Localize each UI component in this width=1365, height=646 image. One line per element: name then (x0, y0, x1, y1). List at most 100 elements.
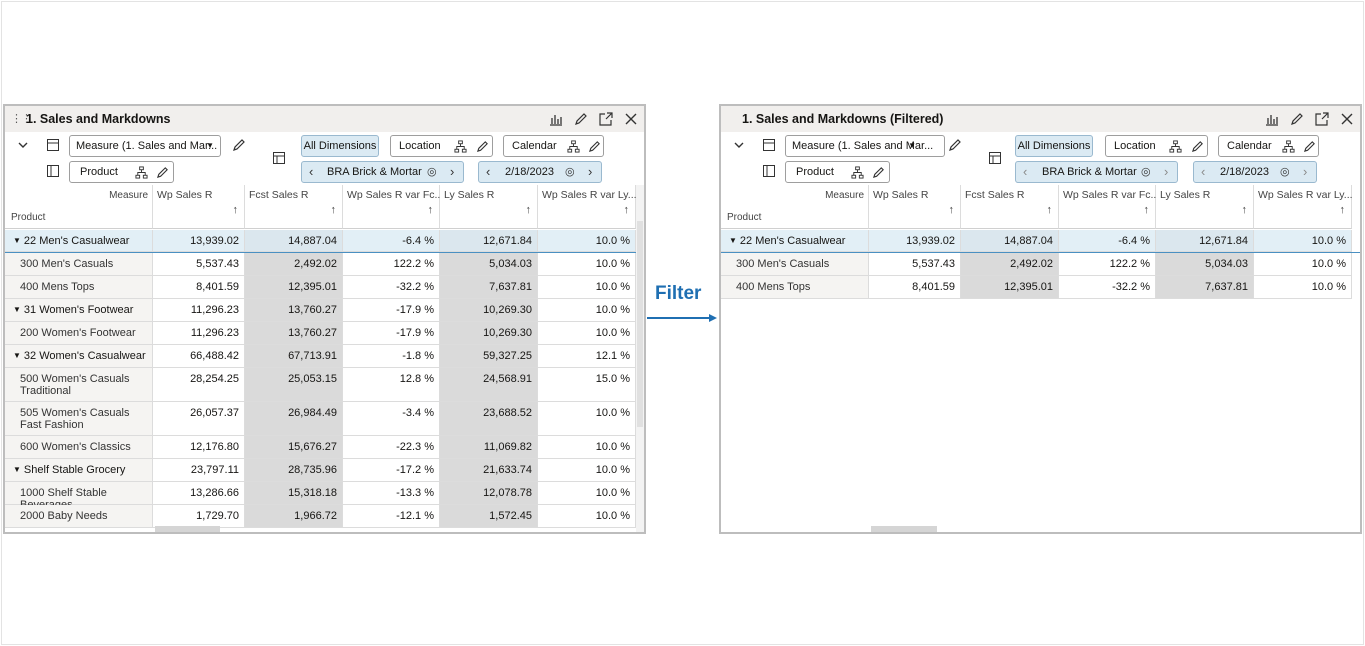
table-cell[interactable]: -17.9 % (343, 299, 440, 322)
table-row[interactable]: 300 Men's Casuals 5,537.43 2,492.02 122.2 %… (721, 253, 1360, 276)
row-label[interactable]: ▼ 22 Men's Casualwear (5, 230, 153, 252)
table-row[interactable]: 400 Mens Tops 8,401.59 12,395.01 -32.2 % 7,6… (721, 276, 1360, 299)
chevron-right-icon[interactable]: › (1303, 162, 1307, 182)
table-cell[interactable]: -6.4 % (343, 230, 440, 252)
table-cell[interactable]: 26,057.37 (153, 402, 245, 436)
chevron-right-icon[interactable]: › (588, 162, 592, 182)
chevron-down-icon[interactable] (731, 137, 747, 153)
row-label[interactable]: 505 Women's Casuals Fast Fashion (5, 402, 153, 436)
table-cell[interactable]: 67,713.91 (245, 345, 343, 368)
row-label[interactable]: 400 Mens Tops (5, 276, 153, 299)
location-dimension[interactable]: Location (1105, 135, 1208, 157)
calendar-navigator[interactable]: ‹ 2/18/2023 ◎ › (478, 161, 602, 183)
table-cell[interactable]: 10.0 % (538, 230, 636, 252)
location-navigator[interactable]: ‹ BRA Brick & Mortar ◎ › (1015, 161, 1178, 183)
table-cell[interactable]: 66,488.42 (153, 345, 245, 368)
column-header[interactable]: Ly Sales R ↑ (440, 185, 538, 229)
hierarchy-icon[interactable] (453, 139, 467, 153)
table-cell[interactable]: 10,269.30 (440, 299, 538, 322)
table-cell[interactable]: 5,034.03 (440, 253, 538, 276)
table-cell[interactable]: 10.0 % (538, 276, 636, 299)
table-cell[interactable]: 13,939.02 (153, 230, 245, 252)
table-cell[interactable]: 14,887.04 (245, 230, 343, 252)
table-cell[interactable]: 5,537.43 (869, 253, 961, 276)
measure-dropdown[interactable]: Measure (1. Sales and Mar... ▼ (785, 135, 945, 157)
edit-icon[interactable] (871, 165, 885, 179)
table-cell[interactable]: 5,034.03 (1156, 253, 1254, 276)
table-cell[interactable]: 23,688.52 (440, 402, 538, 436)
product-dimension[interactable]: Product (69, 161, 174, 183)
table-cell[interactable]: 15,676.27 (245, 436, 343, 459)
table-cell[interactable]: 26,984.49 (245, 402, 343, 436)
table-cell[interactable]: 12,671.84 (1156, 230, 1254, 252)
table-row[interactable]: 2000 Baby Needs 1,729.70 1,966.72 -12.1 % 1,… (5, 505, 644, 528)
row-label[interactable]: ▼ Shelf Stable Grocery (5, 459, 153, 482)
table-cell[interactable]: 10.0 % (538, 436, 636, 459)
table-cell[interactable]: 10.0 % (1254, 253, 1352, 276)
column-header[interactable]: Fcst Sales R ↑ (961, 185, 1059, 229)
hierarchy-icon[interactable] (134, 165, 148, 179)
table-cell[interactable]: 12.1 % (538, 345, 636, 368)
table-cell[interactable]: 28,254.25 (153, 368, 245, 402)
row-label[interactable]: 400 Mens Tops (721, 276, 869, 299)
table-row[interactable]: 400 Mens Tops 8,401.59 12,395.01 -32.2 % 7,6… (5, 276, 644, 299)
table-cell[interactable]: 122.2 % (1059, 253, 1156, 276)
table-cell[interactable]: 11,069.82 (440, 436, 538, 459)
table-cell[interactable]: 10.0 % (538, 299, 636, 322)
table-row[interactable]: 505 Women's Casuals Fast Fashion 26,057.3… (5, 402, 644, 436)
sort-arrow-icon[interactable]: ↑ (526, 204, 532, 216)
hierarchy-icon[interactable] (566, 139, 580, 153)
table-cell[interactable]: -17.2 % (343, 459, 440, 482)
table-row[interactable]: ▼ Shelf Stable Grocery 23,797.11 28,735.96-… (5, 459, 644, 482)
sort-arrow-icon[interactable]: ↑ (331, 204, 337, 216)
table-cell[interactable]: 12.8 % (343, 368, 440, 402)
chevron-left-icon[interactable]: ‹ (1201, 162, 1205, 182)
table-cell[interactable]: 1,966.72 (245, 505, 343, 528)
hierarchy-icon[interactable] (1281, 139, 1295, 153)
calendar-dimension[interactable]: Calendar (1218, 135, 1319, 157)
table-cell[interactable]: 7,637.81 (440, 276, 538, 299)
edit-icon[interactable] (475, 139, 489, 153)
table-row[interactable]: ▼ 22 Men's Casualwear 13,939.02 14,887.04 -6… (721, 230, 1360, 253)
column-header[interactable]: Wp Sales R ↑ (869, 185, 961, 229)
horizontal-scrollbar-thumb[interactable] (871, 526, 937, 532)
table-row[interactable]: 600 Women's Classics 12,176.80 15,676.27 -2… (5, 436, 644, 459)
location-dimension[interactable]: Location (390, 135, 493, 157)
hierarchy-icon[interactable] (850, 165, 864, 179)
edit-icon[interactable] (155, 165, 169, 179)
table-row[interactable]: 500 Women's Casuals Traditional 28,254.25… (5, 368, 644, 402)
table-cell[interactable]: 28,735.96 (245, 459, 343, 482)
row-label[interactable]: 600 Women's Classics (5, 436, 153, 459)
target-icon[interactable]: ◎ (565, 162, 575, 182)
row-label[interactable]: ▼ 32 Women's Casualwear (5, 345, 153, 368)
sort-arrow-icon[interactable]: ↑ (1144, 204, 1150, 216)
table-cell[interactable]: 11,296.23 (153, 299, 245, 322)
row-label[interactable]: 500 Women's Casuals Traditional (5, 368, 153, 402)
calendar-navigator[interactable]: ‹ 2/18/2023 ◎ › (1193, 161, 1317, 183)
table-cell[interactable]: -32.2 % (1059, 276, 1156, 299)
table-cell[interactable]: 13,760.27 (245, 299, 343, 322)
layout-rows-icon[interactable] (45, 137, 61, 153)
table-cell[interactable]: 122.2 % (343, 253, 440, 276)
sort-arrow-icon[interactable]: ↑ (1340, 204, 1346, 216)
target-icon[interactable]: ◎ (1280, 162, 1290, 182)
table-cell[interactable]: 7,637.81 (1156, 276, 1254, 299)
table-cell[interactable]: 15.0 % (538, 368, 636, 402)
table-cell[interactable]: -22.3 % (343, 436, 440, 459)
scrollbar-thumb[interactable] (637, 221, 643, 427)
chevron-down-icon[interactable] (15, 137, 31, 153)
column-header[interactable]: Wp Sales R var Fc... ↑ (1059, 185, 1159, 229)
edit-icon[interactable] (587, 139, 601, 153)
edit-icon[interactable] (1302, 139, 1316, 153)
table-row[interactable]: ▼ 32 Women's Casualwear 66,488.42 67,713.91… (5, 345, 644, 368)
table-cell[interactable]: -3.4 % (343, 402, 440, 436)
table-cell[interactable]: 2,492.02 (245, 253, 343, 276)
sort-arrow-icon[interactable]: ↑ (1242, 204, 1248, 216)
caret-down-icon[interactable]: ▼ (729, 235, 737, 247)
sort-arrow-icon[interactable]: ↑ (624, 204, 630, 216)
caret-down-icon[interactable]: ▼ (13, 304, 21, 316)
row-label[interactable]: 300 Men's Casuals (721, 253, 869, 276)
sort-arrow-icon[interactable]: ↑ (233, 204, 239, 216)
hierarchy-icon[interactable] (1168, 139, 1182, 153)
table-cell[interactable]: 10,269.30 (440, 322, 538, 345)
